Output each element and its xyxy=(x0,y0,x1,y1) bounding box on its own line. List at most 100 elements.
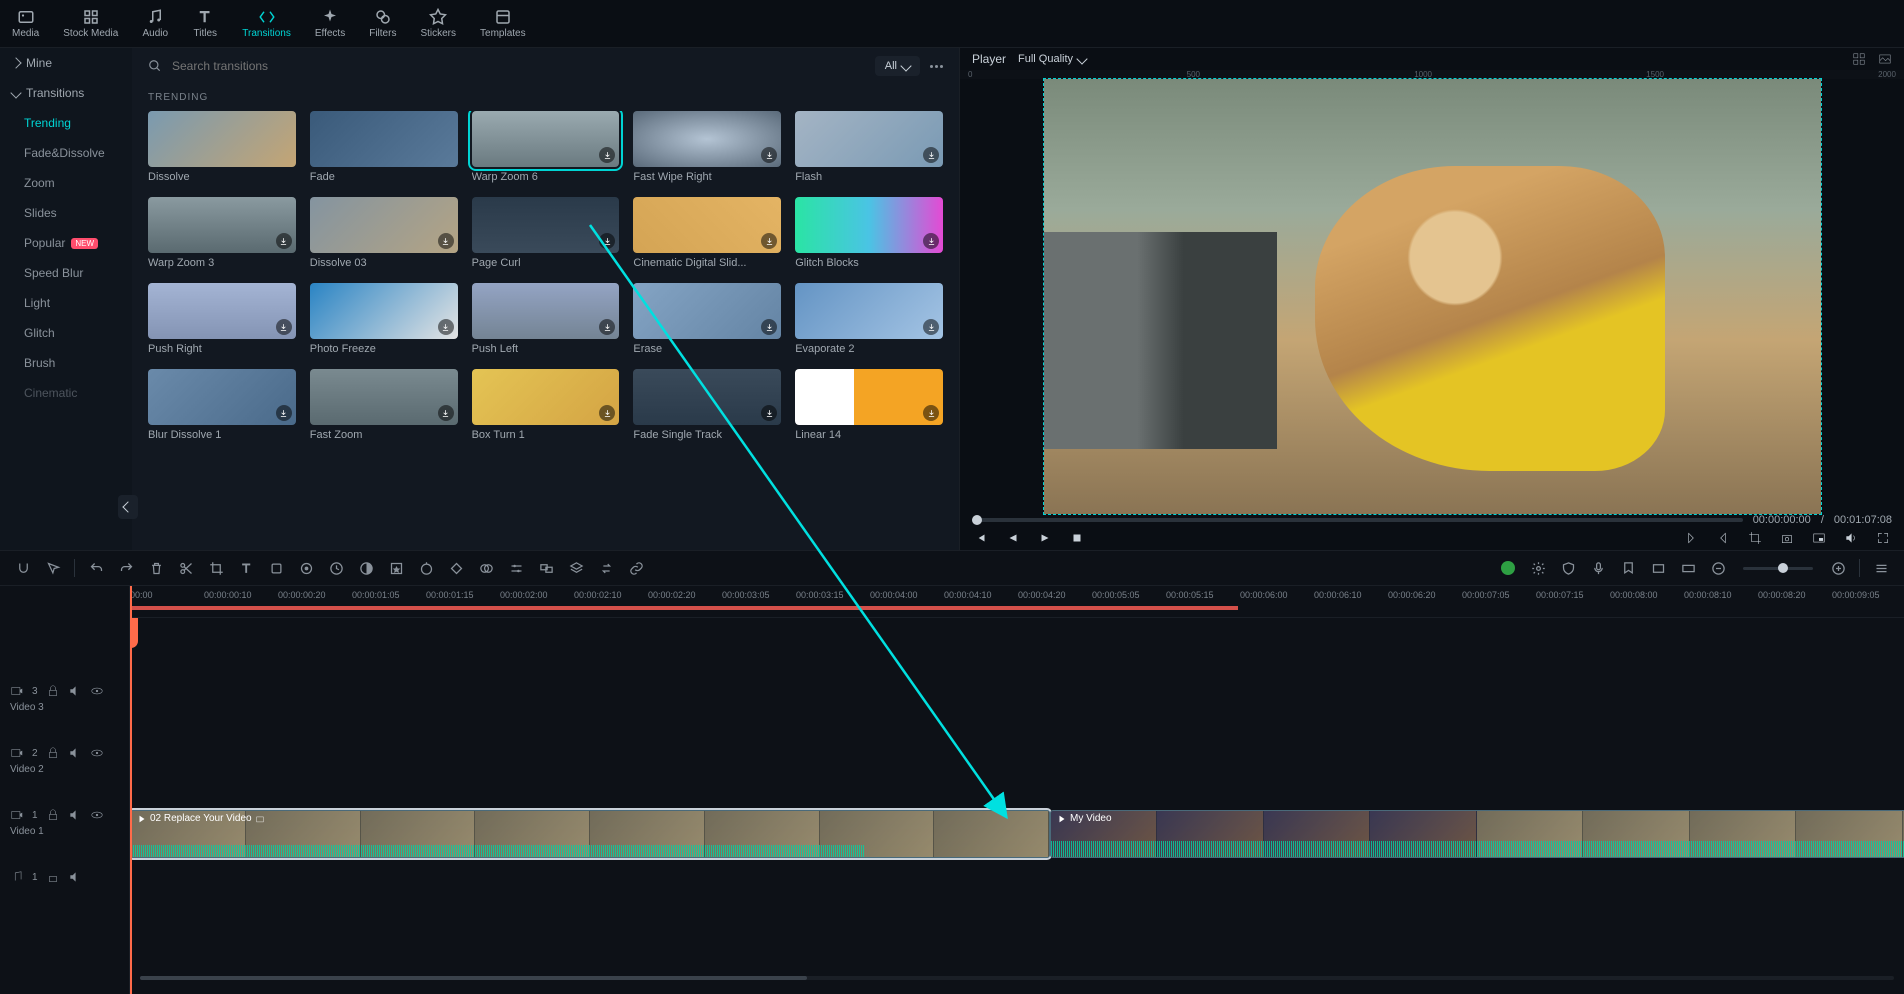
tab-titles[interactable]: Titles xyxy=(180,0,230,47)
track-video1[interactable]: 02 Replace Your Video My Video xyxy=(130,804,1904,866)
search-input[interactable] xyxy=(172,59,865,73)
layers-icon[interactable] xyxy=(563,555,589,581)
sidebar-item-glitch[interactable]: Glitch xyxy=(0,318,132,348)
transition-thumb[interactable] xyxy=(148,369,296,425)
transition-thumb[interactable] xyxy=(310,369,458,425)
color-icon[interactable] xyxy=(353,555,379,581)
transition-item-erase[interactable]: Erase xyxy=(633,283,781,355)
zoom-slider-thumb[interactable] xyxy=(1778,563,1788,573)
group-icon[interactable] xyxy=(533,555,559,581)
download-icon[interactable] xyxy=(276,233,292,249)
swap-icon[interactable] xyxy=(593,555,619,581)
mute-icon[interactable] xyxy=(68,746,82,760)
transition-thumb[interactable] xyxy=(310,197,458,253)
gear-icon[interactable] xyxy=(1525,555,1551,581)
mask-icon[interactable] xyxy=(473,555,499,581)
transition-thumb[interactable] xyxy=(633,369,781,425)
transition-item-push-left[interactable]: Push Left xyxy=(472,283,620,355)
sidebar-item-popular[interactable]: PopularNEW xyxy=(0,228,132,258)
download-icon[interactable] xyxy=(923,319,939,335)
track-video3[interactable] xyxy=(130,680,1904,742)
tab-media[interactable]: Media xyxy=(0,0,51,47)
transition-thumb[interactable] xyxy=(795,283,943,339)
transition-thumb[interactable] xyxy=(148,283,296,339)
tab-stock-media[interactable]: Stock Media xyxy=(51,0,130,47)
fit-icon[interactable] xyxy=(1675,555,1701,581)
effect-icon[interactable] xyxy=(383,555,409,581)
download-icon[interactable] xyxy=(761,147,777,163)
motion-icon[interactable] xyxy=(293,555,319,581)
quality-dropdown[interactable]: Full Quality xyxy=(1018,53,1086,65)
sidebar-section-mine[interactable]: Mine xyxy=(0,48,132,78)
keyframe-icon[interactable] xyxy=(443,555,469,581)
crop-tool-icon[interactable] xyxy=(203,555,229,581)
tab-transitions[interactable]: Transitions xyxy=(230,0,303,47)
transition-item-flash[interactable]: Flash xyxy=(795,111,943,183)
thumbnail-icon[interactable] xyxy=(1645,555,1671,581)
sidebar-item-cinematic[interactable]: Cinematic xyxy=(0,378,132,408)
transition-item-warp-zoom-6[interactable]: Warp Zoom 6 xyxy=(472,111,620,183)
tab-audio[interactable]: Audio xyxy=(130,0,180,47)
transition-thumb[interactable] xyxy=(795,111,943,167)
sidebar-item-brush[interactable]: Brush xyxy=(0,348,132,378)
transition-thumb[interactable] xyxy=(472,283,620,339)
transition-item-photo-freeze[interactable]: Photo Freeze xyxy=(310,283,458,355)
track-header-video3[interactable]: 3 Video 3 xyxy=(0,680,129,742)
sidebar-item-trending[interactable]: Trending xyxy=(0,108,132,138)
hscroll-thumb[interactable] xyxy=(140,976,807,980)
mic-icon[interactable] xyxy=(1585,555,1611,581)
speed-icon[interactable] xyxy=(323,555,349,581)
play-reverse-button[interactable] xyxy=(1004,529,1022,547)
transition-thumb[interactable] xyxy=(795,197,943,253)
grid-2x2-icon[interactable] xyxy=(1852,52,1866,66)
download-icon[interactable] xyxy=(276,405,292,421)
transition-thumb[interactable] xyxy=(310,283,458,339)
transition-thumb[interactable] xyxy=(795,369,943,425)
crop-icon[interactable] xyxy=(1746,529,1764,547)
transition-item-fast-zoom[interactable]: Fast Zoom xyxy=(310,369,458,441)
clip-my-video[interactable]: My Video xyxy=(1050,810,1904,858)
undo-icon[interactable] xyxy=(83,555,109,581)
sidebar-collapse-button[interactable] xyxy=(118,495,138,519)
transition-item-warp-zoom-3[interactable]: Warp Zoom 3 xyxy=(148,197,296,269)
fullscreen-icon[interactable] xyxy=(1874,529,1892,547)
eye-icon[interactable] xyxy=(90,684,104,698)
download-icon[interactable] xyxy=(438,405,454,421)
transition-thumb[interactable] xyxy=(148,111,296,167)
video-preview[interactable] xyxy=(960,79,1904,514)
sidebar-item-zoom[interactable]: Zoom xyxy=(0,168,132,198)
timer-icon[interactable] xyxy=(413,555,439,581)
download-icon[interactable] xyxy=(599,319,615,335)
more-options-icon[interactable] xyxy=(930,65,943,68)
eye-icon[interactable] xyxy=(90,808,104,822)
download-icon[interactable] xyxy=(438,233,454,249)
lock-icon[interactable] xyxy=(46,684,60,698)
tab-effects[interactable]: Effects xyxy=(303,0,357,47)
track-header-video1[interactable]: 1 Video 1 xyxy=(0,804,129,866)
tab-templates[interactable]: Templates xyxy=(468,0,538,47)
transition-item-page-curl[interactable]: Page Curl xyxy=(472,197,620,269)
volume-icon[interactable] xyxy=(1842,529,1860,547)
zoom-slider[interactable] xyxy=(1743,567,1813,570)
transition-item-box-turn-1[interactable]: Box Turn 1 xyxy=(472,369,620,441)
zoom-out-icon[interactable] xyxy=(1705,555,1731,581)
transition-item-fade[interactable]: Fade xyxy=(310,111,458,183)
download-icon[interactable] xyxy=(761,319,777,335)
transition-thumb[interactable] xyxy=(148,197,296,253)
sidebar-item-light[interactable]: Light xyxy=(0,288,132,318)
download-icon[interactable] xyxy=(599,405,615,421)
download-icon[interactable] xyxy=(923,233,939,249)
mark-in-button[interactable] xyxy=(1682,529,1700,547)
transition-item-glitch-blocks[interactable]: Glitch Blocks xyxy=(795,197,943,269)
pointer-icon[interactable] xyxy=(40,555,66,581)
shape-tool-icon[interactable] xyxy=(263,555,289,581)
lock-icon[interactable] xyxy=(46,870,60,884)
track-video2[interactable] xyxy=(130,742,1904,804)
download-icon[interactable] xyxy=(599,233,615,249)
shield-icon[interactable] xyxy=(1555,555,1581,581)
magnet-icon[interactable] xyxy=(10,555,36,581)
mark-out-button[interactable] xyxy=(1714,529,1732,547)
transition-item-dissolve-03[interactable]: Dissolve 03 xyxy=(310,197,458,269)
picture-icon[interactable] xyxy=(1878,52,1892,66)
track-header-video2[interactable]: 2 Video 2 xyxy=(0,742,129,804)
